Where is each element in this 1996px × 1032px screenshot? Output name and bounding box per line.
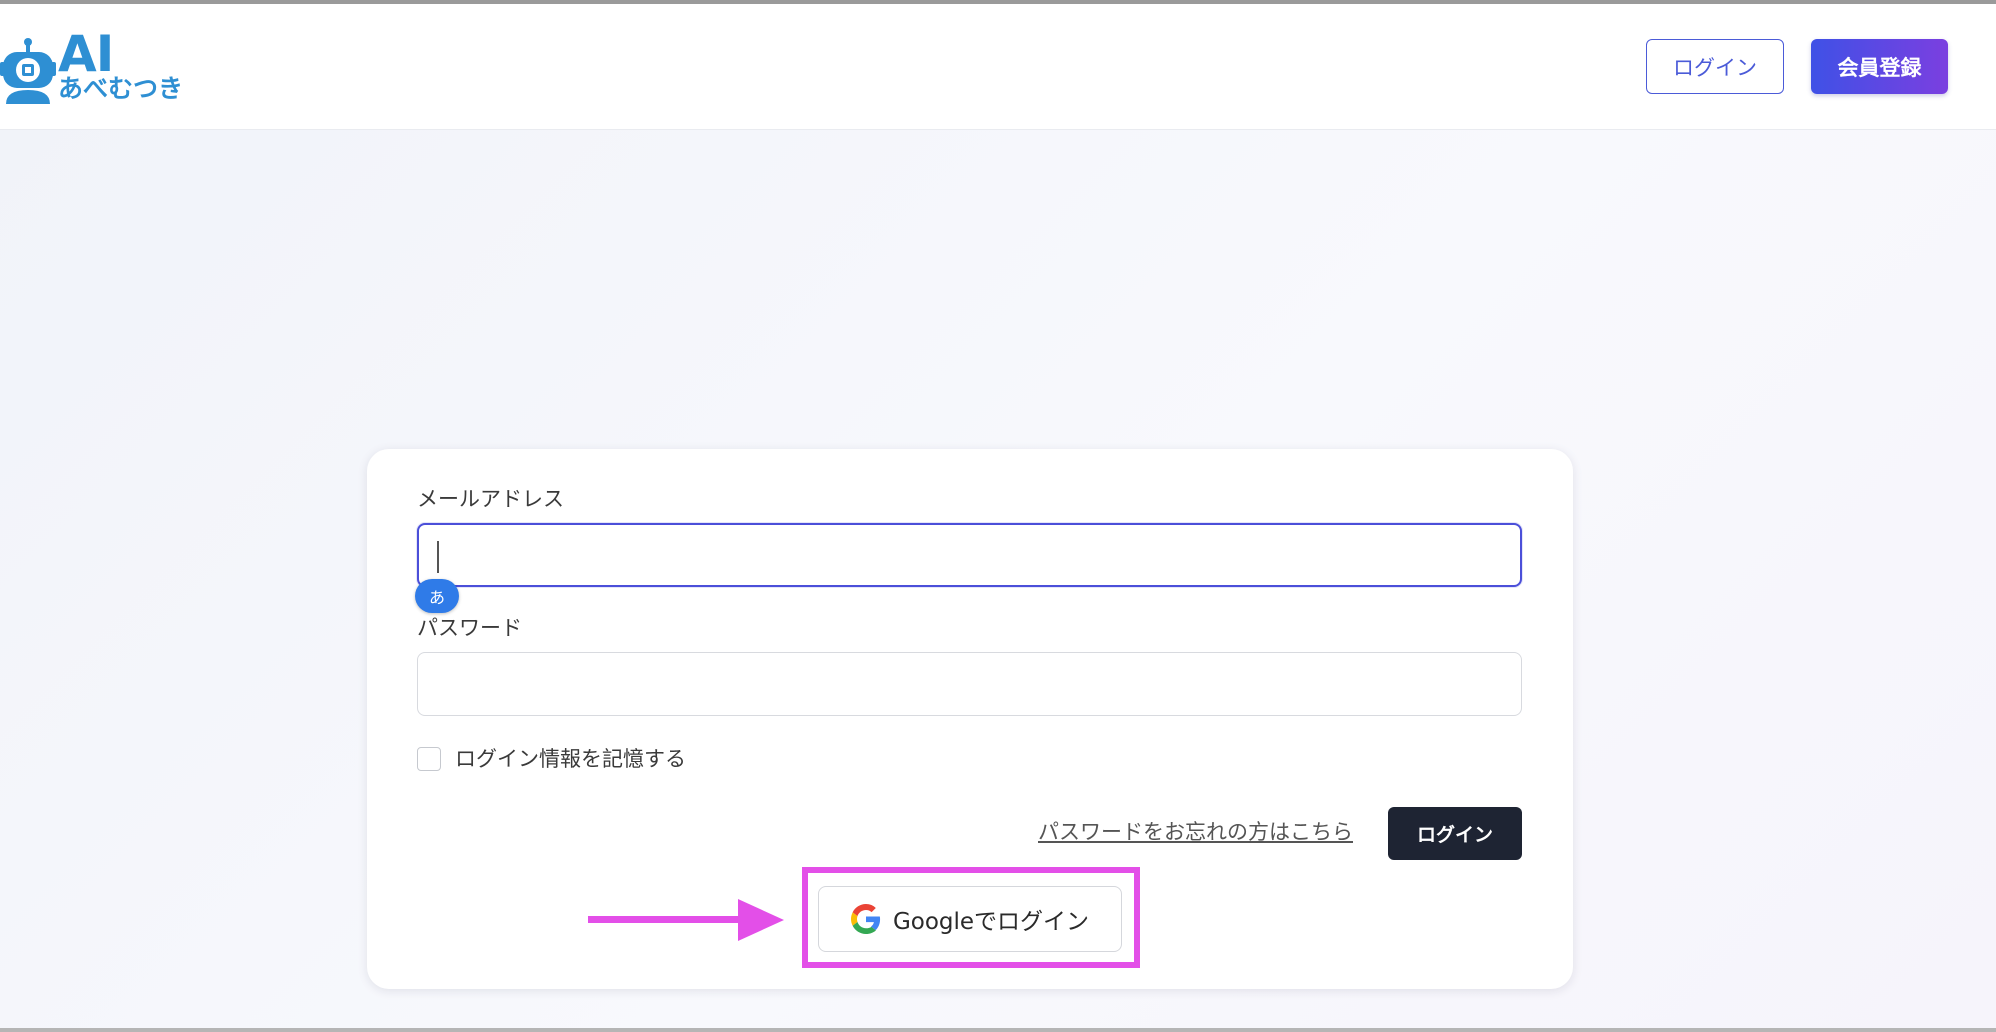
login-submit-button[interactable]: ログイン <box>1388 807 1522 860</box>
text-caret <box>437 541 439 573</box>
forgot-password-link[interactable]: パスワードをお忘れの方はこちら <box>1038 818 1353 846</box>
robot-icon <box>0 38 56 104</box>
google-icon <box>850 904 880 934</box>
ime-indicator: あ <box>415 579 459 613</box>
remember-checkbox[interactable] <box>417 747 441 771</box>
header-register-button[interactable]: 会員登録 <box>1811 39 1948 94</box>
window-bottom-border <box>0 1028 1996 1032</box>
email-input[interactable] <box>417 523 1522 587</box>
site-header: AI あべむつき ログイン 会員登録 <box>0 4 1996 130</box>
password-input[interactable] <box>417 652 1522 716</box>
logo-text-sub: あべむつき <box>58 74 184 103</box>
annotation-arrow-icon <box>588 899 784 941</box>
google-login-button[interactable]: Googleでログイン <box>818 886 1122 952</box>
site-logo[interactable]: AI あべむつき <box>0 25 190 108</box>
password-label: パスワード <box>417 616 522 640</box>
remember-label[interactable]: ログイン情報を記憶する <box>455 745 686 773</box>
login-card: メールアドレス あ パスワード ログイン情報を記憶する パスワードをお忘れの方は… <box>367 449 1573 989</box>
google-login-label: Googleでログイン <box>892 909 1090 935</box>
email-label: メールアドレス <box>417 487 564 511</box>
header-login-button[interactable]: ログイン <box>1646 39 1784 94</box>
